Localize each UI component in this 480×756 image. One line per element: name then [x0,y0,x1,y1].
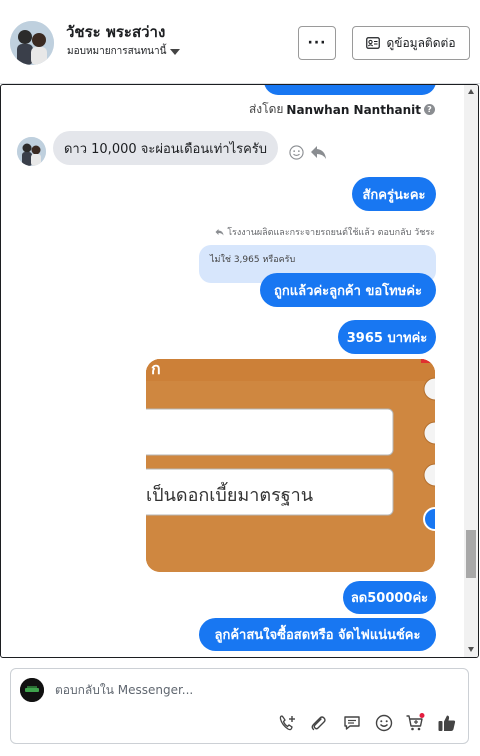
outgoing-message[interactable]: ถูกแล้วค่ะลูกค้า ขอโทษค่ะ [260,273,436,307]
image-corner-text: ก [151,359,161,378]
reply-note-text: โรงงานผลิตและกระจายรถยนต์ใช้แล้ว ตอบกลับ… [227,228,435,238]
outgoing-message[interactable]: ลูกค้าสนใจซื้อสดหรือ จัดไฟแน่นช์คะ [199,618,436,651]
reply-arrow-icon [215,229,224,236]
message-bubble-cutoff[interactable] [264,85,436,95]
contact-avatar[interactable] [10,21,54,65]
scroll-thumb[interactable] [466,530,476,578]
contact-name[interactable]: วัชระ พระสว่าง [66,20,165,44]
image-attachment[interactable]: ก เป็นดอกเบี้ยมาตรฐาน [146,359,435,572]
reply-input[interactable] [55,683,435,697]
screenshot-image [146,359,435,572]
image-field-text: เป็นดอกเบี้ยมาตรฐาน [146,485,314,506]
info-icon[interactable]: ? [424,104,435,115]
outgoing-message[interactable]: ลด50000ค่ะ [343,581,436,614]
conversation-header: วัชระ พระสว่าง มอบหมายการสนทนานี้ ··· ดู… [0,0,480,84]
saved-replies-icon[interactable] [342,713,362,733]
view-contact-label: ดูข้อมูลติดต่อ [386,35,456,50]
outgoing-message[interactable]: สักครู่นะคะ [352,177,436,211]
assign-label: มอบหมายการสนทนานี้ [67,46,167,57]
caret-down-icon [170,48,181,55]
reply-icon[interactable] [310,144,327,160]
like-icon[interactable] [437,713,457,733]
sent-by-line: ส่งโดย Nanwhan Nanthanit ? [249,100,435,119]
sent-by-name: Nanwhan Nanthanit [286,102,421,117]
emoji-icon[interactable] [374,713,394,733]
scroll-up-icon[interactable] [468,89,474,94]
shop-cart-icon[interactable] [405,713,425,733]
page-logo [20,678,44,702]
message-thread[interactable]: ส่งโดย Nanwhan Nanthanit ? ดาว 10,000 จะ… [0,84,479,658]
view-contact-button[interactable]: ดูข้อมูลติดต่อ [352,26,470,60]
reply-note: โรงงานผลิตและกระจายรถยนต์ใช้แล้ว ตอบกลับ… [215,225,435,239]
attachment-icon[interactable] [308,713,328,733]
messenger-window: วัชระ พระสว่าง มอบหมายการสนทนานี้ ··· ดู… [0,0,480,756]
assign-conversation[interactable]: มอบหมายการสนทนานี้ [67,44,181,59]
thread-scrollbar[interactable] [464,85,478,657]
contact-card-icon [366,37,381,49]
scroll-down-icon[interactable] [468,647,474,652]
smile-icon[interactable] [289,145,304,160]
sender-avatar [17,137,46,166]
add-contact-icon[interactable] [277,713,297,733]
outgoing-message[interactable]: 3965 บาทค่ะ [338,320,436,354]
more-options-button[interactable]: ··· [298,26,336,60]
sent-by-prefix: ส่งโดย [248,102,284,116]
reply-composer [10,668,469,744]
incoming-message[interactable]: ดาว 10,000 จะผ่อนเดือนเท่าไรครับ [53,131,278,165]
